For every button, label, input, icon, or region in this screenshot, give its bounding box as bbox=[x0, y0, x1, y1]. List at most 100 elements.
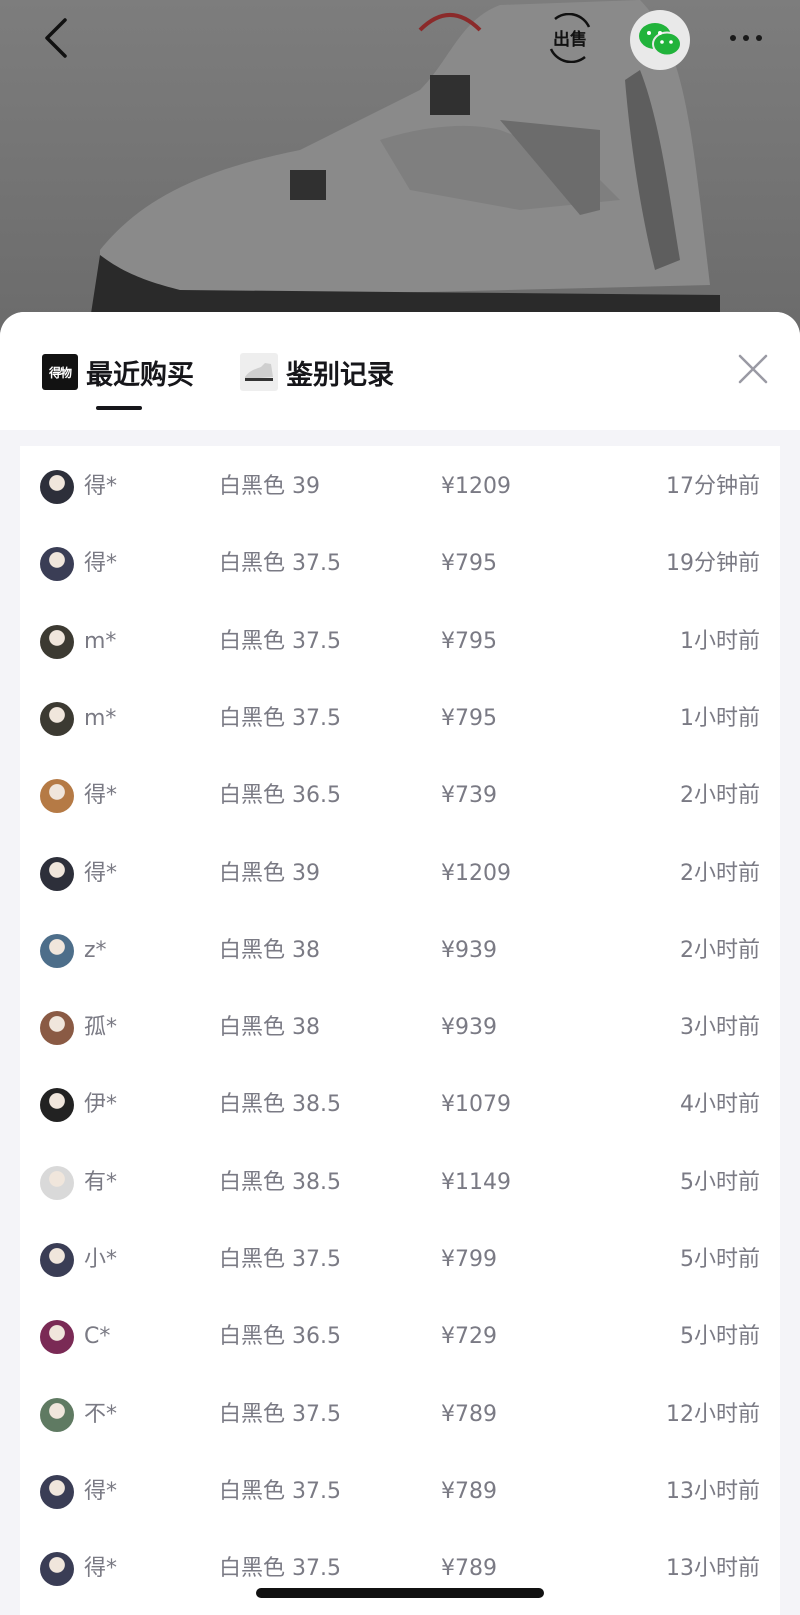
buyer-name: m* bbox=[84, 705, 117, 731]
product-spec: 白黑色 38 bbox=[219, 1015, 320, 1041]
purchase-row: 不* 白黑色 37.5 ¥789 12小时前 bbox=[20, 1384, 780, 1444]
avatar[interactable] bbox=[40, 701, 74, 736]
purchase-time: 1小时前 bbox=[680, 628, 760, 654]
purchase-row: 得* 白黑色 39 ¥1209 2小时前 bbox=[20, 843, 780, 903]
buyer-name: 得* bbox=[84, 474, 118, 499]
purchase-price: ¥1209 bbox=[441, 474, 511, 499]
purchase-price: ¥795 bbox=[441, 628, 497, 654]
purchase-time: 2小时前 bbox=[680, 860, 760, 886]
product-spec: 白黑色 36.5 bbox=[219, 783, 341, 809]
home-indicator bbox=[256, 1588, 544, 1598]
purchase-price: ¥939 bbox=[441, 937, 497, 963]
purchase-price: ¥789 bbox=[441, 1556, 497, 1582]
buyer-name: 得* bbox=[84, 783, 118, 809]
more-dot bbox=[743, 35, 749, 41]
purchase-row: 得* 白黑色 36.5 ¥739 2小时前 bbox=[20, 765, 780, 825]
purchase-row: z* 白黑色 38 ¥939 2小时前 bbox=[20, 920, 780, 980]
sheet-header: 得物 最近购买 鉴别记录 bbox=[0, 312, 800, 430]
purchase-row: m* 白黑色 37.5 ¥795 1小时前 bbox=[20, 611, 780, 671]
avatar[interactable] bbox=[40, 1165, 74, 1200]
purchase-time: 12小时前 bbox=[666, 1401, 760, 1427]
avatar[interactable] bbox=[40, 547, 74, 582]
avatar[interactable] bbox=[40, 470, 74, 504]
purchase-time: 2小时前 bbox=[680, 937, 760, 963]
buyer-name: 有* bbox=[84, 1169, 118, 1195]
more-dots-icon bbox=[730, 35, 736, 41]
purchase-list[interactable]: 得* 白黑色 39 ¥1209 17分钟前 得* 白黑色 37.5 ¥795 19分钟前 m* 白… bbox=[20, 446, 780, 1615]
sell-button[interactable]: 出售 bbox=[532, 6, 608, 70]
purchase-row: m* 白黑色 37.5 ¥795 1小时前 bbox=[20, 688, 780, 748]
product-spec: 白黑色 37.5 bbox=[219, 1247, 341, 1272]
back-button[interactable] bbox=[36, 14, 76, 62]
buyer-name: C* bbox=[84, 1324, 111, 1350]
close-button[interactable] bbox=[732, 348, 774, 390]
tab-authentication-records[interactable]: 鉴别记录 bbox=[240, 348, 394, 396]
avatar[interactable] bbox=[40, 856, 74, 891]
sell-label-icon: 出售 bbox=[549, 13, 591, 63]
avatar[interactable] bbox=[40, 1474, 74, 1509]
purchase-price: ¥795 bbox=[441, 551, 497, 577]
purchase-price: ¥739 bbox=[441, 783, 497, 809]
wechat-icon bbox=[639, 23, 682, 57]
buyer-name: 孤* bbox=[84, 1015, 118, 1041]
purchase-row: 有* 白黑色 38.5 ¥1149 5小时前 bbox=[20, 1152, 780, 1212]
purchase-row: C* 白黑色 36.5 ¥729 5小时前 bbox=[20, 1306, 780, 1366]
buyer-name: 得* bbox=[84, 551, 118, 577]
purchase-time: 2小时前 bbox=[680, 783, 760, 809]
more-button[interactable] bbox=[720, 18, 772, 58]
top-navigation-bar: 出售 bbox=[0, 0, 800, 80]
purchase-price: ¥939 bbox=[441, 1015, 497, 1041]
avatar[interactable] bbox=[40, 1552, 74, 1587]
product-spec: 白黑色 37.5 bbox=[219, 1401, 341, 1427]
purchase-time: 1小时前 bbox=[680, 705, 760, 731]
buyer-name: 得* bbox=[84, 1556, 118, 1582]
tab-recent-purchases[interactable]: 得物 最近购买 bbox=[42, 348, 194, 396]
purchase-price: ¥789 bbox=[441, 1478, 497, 1504]
buyer-name: 伊* bbox=[84, 1092, 118, 1118]
purchase-time: 13小时前 bbox=[666, 1478, 760, 1504]
purchase-price: ¥1209 bbox=[441, 860, 511, 886]
buyer-name: m* bbox=[84, 628, 117, 654]
product-spec: 白黑色 39 bbox=[219, 860, 320, 886]
wechat-share-button[interactable] bbox=[630, 10, 690, 70]
product-spec: 白黑色 37.5 bbox=[219, 628, 341, 654]
avatar[interactable] bbox=[40, 1088, 74, 1123]
product-spec: 白黑色 37.5 bbox=[219, 1556, 341, 1582]
purchase-time: 19分钟前 bbox=[666, 551, 760, 577]
sneaker-thumbnail-icon bbox=[240, 353, 278, 391]
purchase-time: 3小时前 bbox=[680, 1015, 760, 1041]
purchase-row: 伊* 白黑色 38.5 ¥1079 4小时前 bbox=[20, 1074, 780, 1134]
purchase-time: 17分钟前 bbox=[666, 474, 760, 499]
avatar[interactable] bbox=[40, 1397, 74, 1432]
purchase-row: 得* 白黑色 39 ¥1209 17分钟前 bbox=[20, 456, 780, 516]
purchase-row: 小* 白黑色 37.5 ¥799 5小时前 bbox=[20, 1229, 780, 1289]
avatar[interactable] bbox=[40, 933, 74, 968]
avatar[interactable] bbox=[40, 779, 74, 814]
product-spec: 白黑色 37.5 bbox=[219, 705, 341, 731]
buyer-name: z* bbox=[84, 937, 107, 963]
avatar[interactable] bbox=[40, 1011, 74, 1046]
chevron-left-icon bbox=[45, 18, 67, 58]
purchase-row: 得* 白黑色 37.5 ¥795 19分钟前 bbox=[20, 533, 780, 593]
tab-authentication-records-label: 鉴别记录 bbox=[286, 359, 394, 391]
product-spec: 白黑色 36.5 bbox=[219, 1324, 341, 1350]
purchase-time: 5小时前 bbox=[680, 1247, 760, 1272]
purchase-time: 13小时前 bbox=[666, 1556, 760, 1582]
purchase-row: 孤* 白黑色 38 ¥939 3小时前 bbox=[20, 997, 780, 1057]
close-icon bbox=[738, 354, 768, 384]
purchase-price: ¥795 bbox=[441, 705, 497, 731]
more-dot bbox=[756, 35, 762, 41]
purchase-price: ¥1079 bbox=[441, 1092, 511, 1118]
purchase-row: 得* 白黑色 37.5 ¥789 13小时前 bbox=[20, 1461, 780, 1521]
purchase-price: ¥799 bbox=[441, 1247, 497, 1272]
buyer-name: 不* bbox=[84, 1401, 118, 1427]
avatar[interactable] bbox=[40, 624, 74, 659]
purchase-time: 5小时前 bbox=[680, 1169, 760, 1195]
purchase-price: ¥729 bbox=[441, 1324, 497, 1350]
purchase-time: 5小时前 bbox=[680, 1324, 760, 1350]
product-spec: 白黑色 37.5 bbox=[219, 1478, 341, 1504]
product-spec: 白黑色 38.5 bbox=[219, 1092, 341, 1118]
avatar[interactable] bbox=[40, 1320, 74, 1355]
buyer-name: 得* bbox=[84, 1478, 118, 1504]
avatar[interactable] bbox=[40, 1243, 74, 1277]
